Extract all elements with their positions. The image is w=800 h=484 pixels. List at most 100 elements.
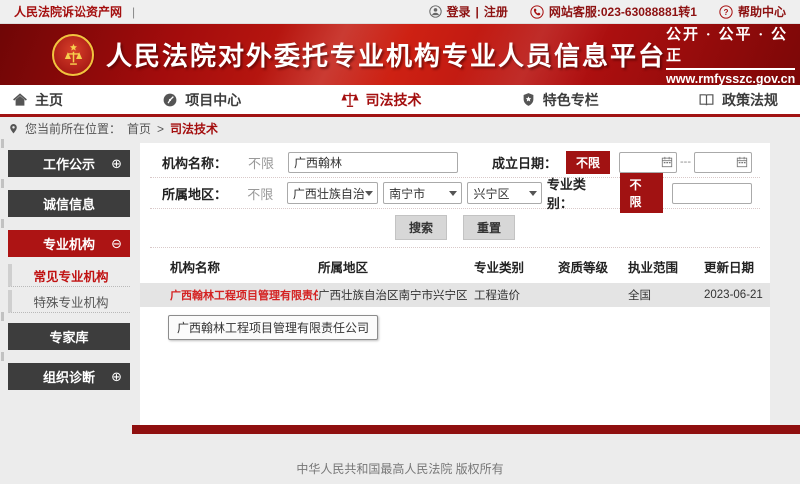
phone-icon <box>530 5 544 19</box>
calendar-icon <box>736 156 748 168</box>
login-link[interactable]: 登录 <box>447 3 471 20</box>
header-cell-updated: 更新日期 <box>704 257 770 276</box>
book-icon <box>698 91 715 108</box>
nav-item-featured-column[interactable]: 特色专栏 <box>521 90 599 110</box>
results-table-header: 机构名称 所属地区 专业类别 资质等级 执业范围 更新日期 <box>140 248 770 283</box>
founding-date-label: 成立日期： <box>492 153 557 172</box>
city-select-value: 南宁市 <box>389 185 425 202</box>
dropdown-arrow-icon <box>529 191 537 200</box>
unlimited-text-org-name[interactable]: 不限 <box>248 153 288 172</box>
sidebar-item-label: 诚信信息 <box>43 194 95 213</box>
sidebar-item-expert-pool[interactable]: 专家库 <box>8 323 130 350</box>
login-register-divider: | <box>476 5 479 19</box>
cell-scope: 全国 <box>628 287 704 303</box>
org-name-label: 机构名称： <box>162 153 242 172</box>
breadcrumb-home-link[interactable]: 首页 <box>127 120 151 137</box>
sidebar-item-label: 组织诊断 <box>43 367 95 386</box>
header-cell-category: 专业类别 <box>474 257 558 276</box>
sidebar: 工作公示 ⊕ 诚信信息 专业机构 ⊖ 常见专业机构 特殊专业机构 专家库 组织诊… <box>8 143 130 403</box>
table-row: 广西翰林工程项目管理有限责任... 广西壮族自治区南宁市兴宁区 工程造价 全国 … <box>140 283 770 307</box>
header-cell-grade: 资质等级 <box>558 257 628 276</box>
org-name-link[interactable]: 广西翰林工程项目管理有限责任... <box>170 287 318 303</box>
breadcrumb: 您当前所在位置： 首页 > 司法技术 <box>0 117 800 140</box>
breadcrumb-prefix: 您当前所在位置： <box>25 120 121 137</box>
dropdown-arrow-icon <box>449 191 457 200</box>
top-utility-bar: 人民法院诉讼资产网 | 登录 | 注册 网站客服:023-63088881转1 … <box>0 0 800 24</box>
scales-icon <box>341 91 359 109</box>
nav-item-project-center[interactable]: 项目中心 <box>162 90 241 110</box>
site-banner: 人民法院对外委托专业机构专业人员信息平台 公开 · 公平 · 公正 www.rm… <box>0 24 800 85</box>
org-name-input[interactable] <box>288 152 458 173</box>
search-form-row-2: 所属地区： 不限 广西壮族自治 南宁市 兴宁区 专业类别： 不限 <box>150 178 760 209</box>
sidebar-item-label: 专业机构 <box>43 234 95 253</box>
sidebar-subitem-label: 常见专业机构 <box>33 266 108 285</box>
date-start-input[interactable] <box>619 152 677 173</box>
search-button[interactable]: 搜索 <box>395 215 447 240</box>
sidebar-item-work-publicity[interactable]: 工作公示 ⊕ <box>8 150 130 177</box>
topbar-separator: | <box>132 5 135 19</box>
site-name-link[interactable]: 人民法院诉讼资产网 <box>14 3 122 20</box>
province-select[interactable]: 广西壮族自治 <box>287 182 378 204</box>
breadcrumb-current: 司法技术 <box>170 120 218 137</box>
service-hotline: 网站客服:023-63088881转1 <box>549 3 697 20</box>
site-title: 人民法院对外委托专业机构专业人员信息平台 <box>106 36 666 73</box>
sidebar-item-org-diagnosis[interactable]: 组织诊断 ⊕ <box>8 363 130 390</box>
shield-star-icon <box>521 92 536 107</box>
sidebar-item-label: 工作公示 <box>43 154 95 173</box>
sidebar-item-professional-orgs[interactable]: 专业机构 ⊖ <box>8 230 130 257</box>
nav-label: 政策法规 <box>722 90 778 110</box>
header-cell-scope: 执业范围 <box>628 257 704 276</box>
unlimited-text-region[interactable]: 不限 <box>247 184 287 203</box>
expand-icon[interactable]: ⊕ <box>111 157 122 170</box>
city-select[interactable]: 南宁市 <box>383 182 462 204</box>
nav-item-policy[interactable]: 政策法规 <box>698 90 778 110</box>
province-select-value: 广西壮族自治 <box>293 185 365 202</box>
help-center-link[interactable]: 帮助中心 <box>738 3 786 20</box>
category-input[interactable] <box>672 183 752 204</box>
reset-button[interactable]: 重置 <box>463 215 515 240</box>
cell-category: 工程造价 <box>474 287 558 303</box>
main-nav: 主页 项目中心 司法技术 特色专栏 政策法规 <box>0 85 800 117</box>
help-icon: ? <box>719 5 733 19</box>
svg-text:?: ? <box>724 7 729 16</box>
unlimited-button-category[interactable]: 不限 <box>620 173 664 213</box>
section-divider <box>132 425 800 434</box>
register-link[interactable]: 注册 <box>484 3 508 20</box>
cell-region: 广西壮族自治区南宁市兴宁区 <box>318 287 474 303</box>
nav-label: 项目中心 <box>185 90 241 110</box>
breadcrumb-separator: > <box>157 122 164 136</box>
banner-url: www.rmfysszc.gov.cn <box>666 68 795 85</box>
sidebar-item-integrity-info[interactable]: 诚信信息 <box>8 190 130 217</box>
footer-copyright: 中华人民共和国最高人民法院 版权所有 <box>0 460 800 477</box>
cell-updated: 2023-06-21 <box>704 289 770 301</box>
nav-item-judicial-tech[interactable]: 司法技术 <box>341 90 422 110</box>
district-select[interactable]: 兴宁区 <box>467 182 541 204</box>
expand-icon[interactable]: ⊕ <box>111 370 122 383</box>
sidebar-subitem-special-orgs[interactable]: 特殊专业机构 <box>8 290 130 313</box>
sidebar-submenu: 常见专业机构 特殊专业机构 <box>8 264 130 313</box>
location-pin-icon <box>8 122 19 135</box>
nav-label: 主页 <box>35 90 63 110</box>
district-select-value: 兴宁区 <box>473 185 509 202</box>
org-name-tooltip: 广西翰林工程项目管理有限责任公司 <box>168 315 378 340</box>
calendar-icon <box>661 156 673 168</box>
court-emblem <box>52 34 94 76</box>
category-label: 专业类别： <box>547 174 611 212</box>
home-icon <box>12 92 28 108</box>
emblem-scales-icon <box>60 41 87 68</box>
form-buttons-row: 搜索 重置 <box>150 209 760 248</box>
main-area: 工作公示 ⊕ 诚信信息 专业机构 ⊖ 常见专业机构 特殊专业机构 专家库 组织诊… <box>0 140 800 425</box>
header-cell-org-name: 机构名称 <box>170 257 318 276</box>
sidebar-subitem-common-orgs[interactable]: 常见专业机构 <box>8 264 130 287</box>
user-icon <box>429 5 442 18</box>
unlimited-button-date[interactable]: 不限 <box>566 151 610 174</box>
nav-label: 特色专栏 <box>543 90 599 110</box>
date-end-input[interactable] <box>694 152 752 173</box>
sidebar-subitem-label: 特殊专业机构 <box>33 292 108 311</box>
nav-label: 司法技术 <box>366 90 422 110</box>
date-range-separator: --- <box>680 156 691 168</box>
collapse-icon[interactable]: ⊖ <box>111 237 122 250</box>
region-label: 所属地区： <box>162 184 241 203</box>
nav-item-home[interactable]: 主页 <box>12 90 63 110</box>
header-cell-region: 所属地区 <box>318 257 474 276</box>
